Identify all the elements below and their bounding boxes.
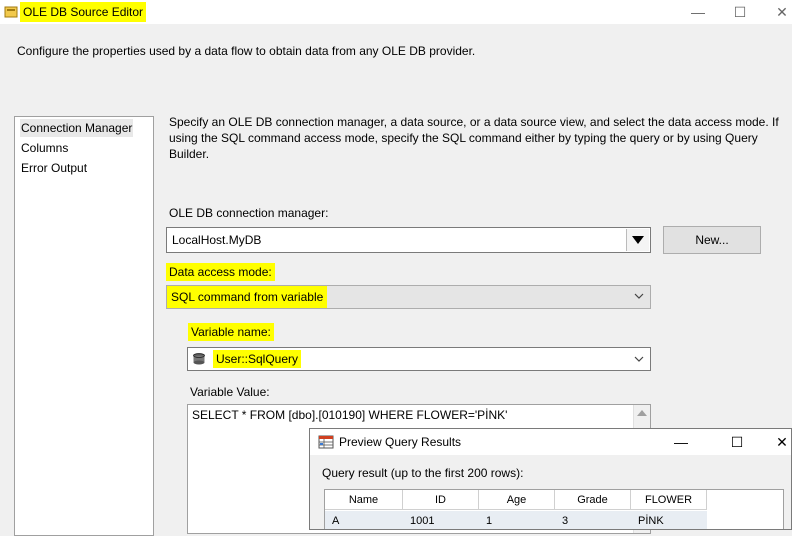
scroll-up-icon[interactable]: [637, 410, 647, 416]
column-header-age[interactable]: Age: [479, 490, 555, 510]
preview-close-button[interactable]: ✕: [760, 429, 791, 455]
column-header-flower[interactable]: FLOWER: [631, 490, 707, 510]
window-title: OLE DB Source Editor: [20, 2, 147, 22]
connection-manager-value: LocalHost.MyDB: [172, 233, 262, 247]
results-grid[interactable]: Name ID Age Grade FLOWER A 1001 1 3 PİNK: [324, 489, 784, 529]
nav-item-columns[interactable]: Columns: [20, 139, 69, 157]
preview-title: Preview Query Results: [339, 435, 462, 449]
data-access-mode-label: Data access mode:: [166, 263, 275, 281]
preview-query-results-dialog: Preview Query Results — ☐ ✕ Query result…: [309, 428, 792, 530]
close-button[interactable]: ✕: [764, 0, 792, 24]
query-result-label: Query result (up to the first 200 rows):: [322, 466, 524, 480]
instructions-text: Specify an OLE DB connection manager, a …: [169, 115, 779, 161]
ssis-source-icon: [4, 6, 18, 18]
variable-name-label: Variable name:: [188, 323, 274, 341]
table-cell[interactable]: 3: [555, 511, 631, 529]
variable-value-text: SELECT * FROM [dbo].[010190] WHERE FLOWE…: [192, 408, 508, 422]
table-cell[interactable]: 1: [479, 511, 555, 529]
preview-title-bar: Preview Query Results — ☐ ✕: [310, 429, 791, 455]
table-cell[interactable]: 1001: [403, 511, 479, 529]
connection-manager-label: OLE DB connection manager:: [169, 206, 329, 220]
table-cell[interactable]: PİNK: [631, 511, 707, 529]
dropdown-arrow-icon[interactable]: [626, 229, 649, 251]
dialog-description: Configure the properties used by a data …: [17, 44, 476, 58]
preview-minimize-button[interactable]: —: [659, 429, 703, 455]
connection-manager-combo[interactable]: LocalHost.MyDB: [166, 227, 651, 253]
maximize-button[interactable]: ☐: [722, 0, 758, 24]
variable-name-value: User::SqlQuery: [213, 350, 302, 368]
minimize-button[interactable]: —: [680, 0, 716, 24]
column-header-id[interactable]: ID: [403, 490, 479, 510]
grid-icon: [318, 435, 334, 449]
variable-value-label: Variable Value:: [190, 385, 270, 399]
chevron-down-icon: [634, 356, 644, 362]
column-header-name[interactable]: Name: [325, 490, 403, 510]
title-bar: OLE DB Source Editor — ☐ ✕: [0, 0, 792, 24]
nav-item-connection-manager[interactable]: Connection Manager: [20, 119, 134, 137]
navigation-pane: Connection Manager Columns Error Output: [14, 116, 154, 536]
data-access-mode-value: SQL command from variable: [167, 286, 328, 308]
data-access-mode-combo[interactable]: SQL command from variable: [166, 285, 651, 309]
preview-maximize-button[interactable]: ☐: [715, 429, 759, 455]
new-connection-button[interactable]: New...: [663, 226, 761, 254]
table-cell[interactable]: A: [325, 511, 403, 529]
variable-icon: [193, 353, 205, 365]
variable-name-combo[interactable]: User::SqlQuery: [187, 347, 651, 371]
nav-item-error-output[interactable]: Error Output: [20, 159, 88, 177]
column-header-grade[interactable]: Grade: [555, 490, 631, 510]
chevron-down-icon: [634, 293, 644, 299]
